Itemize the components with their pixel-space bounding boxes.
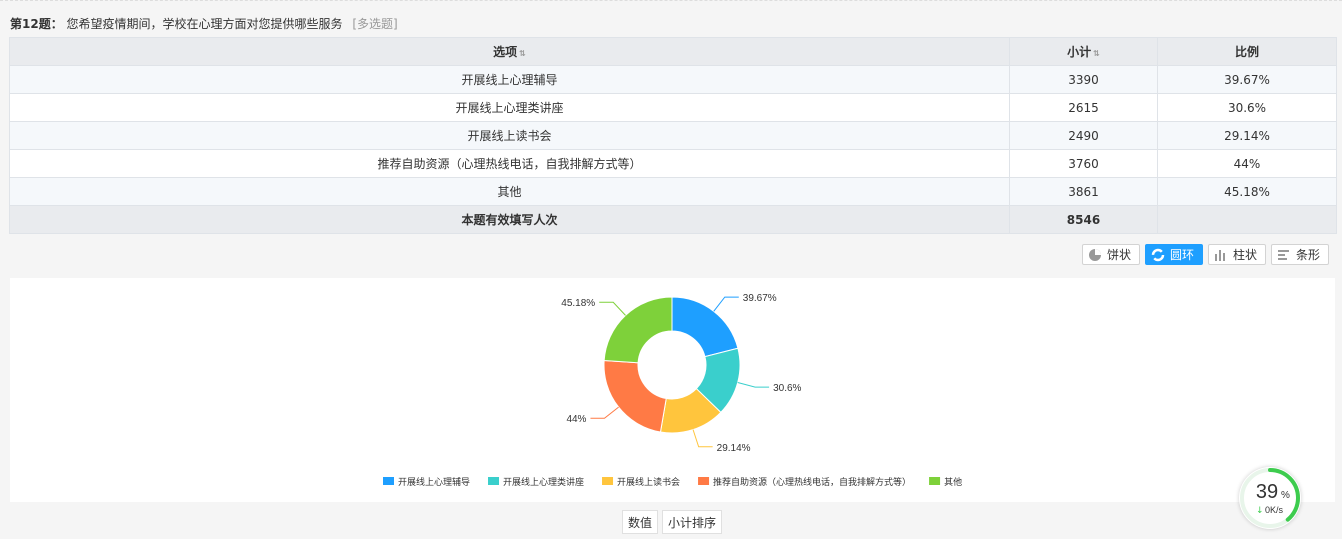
table-row: 开展线上心理类讲座 2615 30.6% — [9, 93, 1337, 122]
slice-label: 44% — [566, 414, 586, 425]
cell-percent: 39.67% — [1157, 65, 1337, 94]
pie-icon — [1089, 248, 1101, 261]
legend-swatch — [698, 477, 710, 485]
widget-percent-sign: % — [1281, 490, 1290, 501]
footer-label: 本题有效填写人次 — [9, 205, 1010, 234]
header-percent: 比例 — [1157, 37, 1337, 66]
slice-label: 39.67% — [743, 293, 777, 304]
cell-count: 3760 — [1009, 149, 1158, 178]
leader-line — [692, 429, 713, 448]
legend-swatch — [488, 477, 500, 485]
table-header-row: 选项 ⇅ 小计 ⇅ 比例 — [9, 37, 1337, 66]
leader-line — [713, 296, 739, 312]
table-row: 开展线上读书会 2490 29.14% — [9, 121, 1337, 150]
header-percent-label: 比例 — [1234, 45, 1259, 59]
cell-percent: 45.18% — [1157, 177, 1337, 206]
bar-icon — [1215, 249, 1226, 261]
chart-options: 数值 小计排序 — [622, 510, 723, 534]
cell-option: 推荐自助资源（心理热线电话，自我排解方式等） — [9, 149, 1010, 178]
widget-percent: 39 — [1256, 481, 1278, 503]
table-footer-row: 本题有效填写人次 8546 — [9, 205, 1337, 234]
legend-swatch — [602, 477, 614, 485]
cell-percent: 30.6% — [1157, 93, 1337, 122]
cell-count: 2490 — [1009, 121, 1158, 150]
question-text: 您希望疫情期间，学校在心理方面对您提供哪些服务 — [66, 17, 343, 31]
legend-item[interactable]: 开展线上心理类讲座 — [488, 476, 584, 488]
header-option[interactable]: 选项 ⇅ — [9, 37, 1010, 66]
cell-percent: 44% — [1157, 149, 1337, 178]
question-type-tag: [多选题] — [352, 17, 398, 31]
cell-option: 开展线上读书会 — [9, 121, 1010, 150]
legend-swatch — [929, 477, 941, 485]
chart-type-ring-button[interactable]: 圆环 — [1145, 244, 1204, 265]
ring-label: 圆环 — [1170, 248, 1195, 262]
slice-label: 30.6% — [773, 383, 801, 394]
cell-percent: 29.14% — [1157, 121, 1337, 150]
footer-count: 8546 — [1009, 205, 1158, 234]
legend-label: 开展线上读书会 — [617, 476, 680, 488]
leader-line — [599, 301, 626, 316]
donut-slice[interactable] — [603, 296, 673, 364]
progress-ring: 39 % ↓ 0K/s — [1240, 468, 1300, 528]
download-arrow-icon: ↓ — [1256, 506, 1264, 516]
legend-item[interactable]: 开展线上心理辅导 — [383, 476, 470, 488]
chart-type-pie-button[interactable]: 饼状 — [1082, 244, 1141, 265]
pie-label: 饼状 — [1107, 248, 1132, 262]
legend-item[interactable]: 推荐自助资源（心理热线电话，自我排解方式等） — [698, 476, 911, 488]
header-count[interactable]: 小计 ⇅ — [1009, 37, 1158, 66]
chart-type-hbar-button[interactable]: 条形 — [1271, 244, 1330, 265]
cell-option: 开展线上心理辅导 — [9, 65, 1010, 94]
legend-item[interactable]: 其他 — [929, 476, 962, 488]
donut-slice[interactable] — [603, 360, 667, 433]
sort-icon[interactable]: ⇅ — [1093, 49, 1100, 58]
table-row: 推荐自助资源（心理热线电话，自我排解方式等） 3760 44% — [9, 149, 1337, 178]
question-number: 第12题： — [10, 17, 63, 31]
speed-widget[interactable]: 39 % ↓ 0K/s — [1239, 467, 1301, 529]
chart-type-bar-button[interactable]: 柱状 — [1208, 244, 1267, 265]
slice-label: 45.18% — [561, 298, 595, 309]
ring-icon — [1151, 248, 1165, 261]
legend-label: 其他 — [944, 476, 962, 488]
hbar-label: 条形 — [1296, 248, 1321, 262]
chart-type-switcher: 饼状 圆环 柱状 条形 — [1082, 244, 1330, 265]
cell-count: 3390 — [1009, 65, 1158, 94]
table-row: 其他 3861 45.18% — [9, 177, 1337, 206]
sort-icon[interactable]: ⇅ — [519, 49, 526, 58]
widget-speed: 0K/s — [1265, 505, 1284, 515]
donut-chart: 39.67% 30.6% 29.14% 44% 45.18% 开展线上心理辅导 开展线上心理… — [383, 293, 962, 488]
cell-option: 其他 — [9, 177, 1010, 206]
leader-line — [590, 406, 619, 419]
question-title: 第12题： 您希望疫情期间，学校在心理方面对您提供哪些服务 [多选题] — [10, 15, 398, 32]
chart-panel: 39.67% 30.6% 29.14% 44% 45.18% 开展线上心理辅导 开展线上心理… — [10, 278, 1335, 502]
footer-empty — [1157, 205, 1337, 234]
legend-label: 开展线上心理辅导 — [398, 476, 470, 488]
cell-option: 开展线上心理类讲座 — [9, 93, 1010, 122]
sort-by-count-button[interactable]: 小计排序 — [662, 510, 723, 534]
donut-slice[interactable] — [671, 296, 739, 358]
legend-item[interactable]: 开展线上读书会 — [602, 476, 680, 488]
bar-label: 柱状 — [1233, 248, 1258, 262]
leader-line — [737, 382, 770, 388]
slice-label: 29.14% — [717, 443, 751, 454]
cell-count: 3861 — [1009, 177, 1158, 206]
header-option-label: 选项 — [493, 45, 518, 59]
results-table: 选项 ⇅ 小计 ⇅ 比例 开展线上心理辅导 3390 39.67% 开展线上心理类讲… — [9, 37, 1337, 234]
legend-label: 开展线上心理类讲座 — [503, 476, 584, 488]
table-row: 开展线上心理辅导 3390 39.67% — [9, 65, 1337, 94]
legend-label: 推荐自助资源（心理热线电话，自我排解方式等） — [713, 476, 911, 488]
value-toggle-button[interactable]: 数值 — [622, 510, 659, 534]
top-divider — [0, 0, 1342, 2]
cell-count: 2615 — [1009, 93, 1158, 122]
hbar-icon — [1278, 249, 1290, 260]
legend-swatch — [383, 477, 394, 485]
header-count-label: 小计 — [1067, 45, 1092, 59]
